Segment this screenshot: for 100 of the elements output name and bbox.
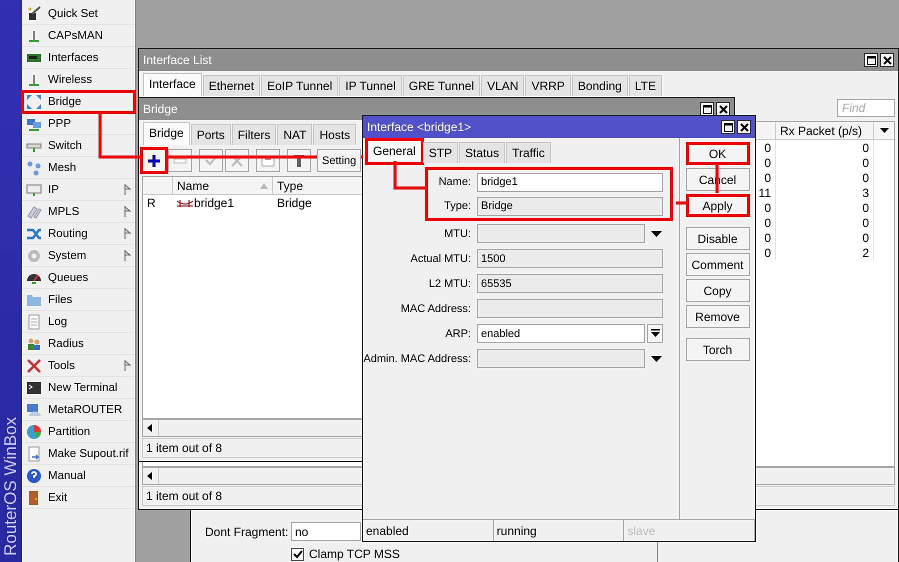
tab[interactable]: Ports	[190, 124, 231, 145]
menu-item[interactable]: Quick Set	[22, 3, 135, 25]
dialog-button[interactable]: Copy	[686, 279, 750, 302]
menu-item[interactable]: MPLS	[22, 201, 135, 223]
menu-item[interactable]: Log	[22, 311, 135, 333]
tab[interactable]: STP	[422, 142, 458, 163]
menu-item[interactable]: Queues	[22, 267, 135, 289]
maximize-button[interactable]	[700, 102, 714, 116]
maximize-icon	[702, 104, 712, 114]
tab[interactable]: EoIP Tunnel	[261, 75, 338, 96]
table-cell-text: R	[146, 195, 157, 211]
brand-text: RouterOS WinBox	[1, 417, 21, 556]
gear-icon	[26, 248, 42, 264]
select-field[interactable]: enabled	[477, 324, 645, 343]
combo-field[interactable]	[477, 349, 645, 368]
tab[interactable]: VLAN	[481, 75, 524, 96]
text-field[interactable]: bridge1	[477, 172, 663, 192]
table-cell: 0	[776, 155, 874, 170]
readonly-field: 65535	[477, 274, 663, 293]
status-field: enabled	[363, 520, 494, 541]
menu-item[interactable]: Switch	[22, 135, 135, 157]
sort-arrow-icon	[260, 182, 268, 188]
field-label: Name:	[438, 176, 472, 188]
menu-item[interactable]: Mesh	[22, 157, 135, 179]
field-label: Dont Fragment:	[205, 524, 285, 538]
menu-item[interactable]: System	[22, 245, 135, 267]
column-header[interactable]: Name	[173, 177, 273, 194]
window-title: Bridge	[143, 102, 179, 116]
menu-item[interactable]: Partition	[22, 421, 135, 443]
menu-item[interactable]: Routing	[22, 223, 135, 245]
settings-button[interactable]: Setting	[317, 149, 362, 172]
dialog-button[interactable]: Remove	[686, 305, 750, 328]
menu-item[interactable]: Wireless	[22, 69, 135, 91]
combo-field[interactable]	[477, 224, 645, 243]
tab[interactable]: Traffic	[506, 142, 551, 163]
tab[interactable]: Interface	[143, 73, 202, 96]
table-cell: 0	[776, 140, 874, 155]
menu-item[interactable]: CAPsMAN	[22, 25, 135, 47]
wand-icon	[26, 6, 42, 22]
tab[interactable]: Hosts	[313, 124, 356, 145]
dialog-button[interactable]: Apply	[686, 194, 750, 217]
field-label: Admin. MAC Address:	[363, 352, 472, 364]
close-icon	[718, 104, 728, 114]
table-cell: bridge1	[173, 195, 273, 211]
tab[interactable]: VRRP	[525, 75, 571, 96]
leader-line	[676, 202, 686, 204]
readonly-field: Bridge	[477, 196, 663, 216]
tools-icon	[26, 358, 42, 374]
dropdown-button[interactable]	[647, 324, 663, 343]
close-button[interactable]	[716, 102, 730, 116]
terminal-icon	[26, 380, 42, 396]
tab[interactable]: General	[367, 140, 422, 163]
menu-item[interactable]: Files	[22, 289, 135, 311]
menu-item[interactable]: Interfaces	[22, 47, 135, 69]
window-title: Interface List	[143, 53, 213, 67]
menu-item[interactable]: Tools	[22, 355, 135, 377]
field-label: ARP:	[444, 328, 472, 340]
filter-icon	[292, 154, 306, 168]
maximize-icon	[866, 56, 876, 64]
document-icon	[26, 314, 42, 330]
tab[interactable]: Filters	[232, 124, 276, 145]
menu-item[interactable]: Make Supout.rif	[22, 443, 135, 465]
close-button[interactable]	[880, 53, 894, 67]
table-cell-text: Bridge	[276, 195, 313, 211]
table-cell: 0	[776, 200, 874, 215]
field-label: MAC Address:	[400, 302, 472, 314]
menu-item[interactable]: IP	[22, 179, 135, 201]
dialog-button[interactable]: Torch	[686, 338, 750, 361]
dialog-button[interactable]: Comment	[686, 253, 750, 276]
checkbox[interactable]: Clamp TCP MSS	[291, 547, 400, 561]
menu-item[interactable]: Radius	[22, 333, 135, 355]
close-button[interactable]	[737, 120, 751, 134]
tab[interactable]: NAT	[277, 124, 312, 145]
maximize-button[interactable]	[721, 120, 735, 134]
tab[interactable]: IP Tunnel	[339, 75, 402, 96]
table-cell: 0	[776, 215, 874, 230]
table-cell: 2	[776, 245, 874, 260]
tab[interactable]: LTE	[628, 75, 662, 96]
dialog-button[interactable]: Disable	[686, 227, 750, 250]
field-label: Type:	[443, 200, 472, 212]
dropdown-arrow-icon[interactable]	[651, 356, 662, 362]
tab[interactable]: Status	[459, 142, 506, 163]
menu-item[interactable]: Manual	[22, 465, 135, 487]
dialog-button[interactable]: OK	[686, 142, 750, 165]
tab[interactable]: Bridge	[143, 122, 190, 145]
tab[interactable]: Ethernet	[202, 75, 260, 96]
menu-item[interactable]: PPP	[22, 113, 135, 135]
ip-box-icon	[26, 182, 42, 198]
menu-item[interactable]: Exit	[22, 487, 135, 509]
menu-item[interactable]: MetaROUTER	[22, 399, 135, 421]
maximize-button[interactable]	[864, 53, 878, 67]
menu-item[interactable]: New Terminal	[22, 377, 135, 399]
add-button[interactable]	[142, 149, 166, 172]
tab[interactable]: Bonding	[572, 75, 628, 96]
menu-item[interactable]: Bridge	[22, 91, 135, 113]
text-field[interactable]: no	[291, 522, 361, 541]
status-field: running	[494, 520, 624, 541]
search-field[interactable]: Find	[837, 99, 895, 117]
tab[interactable]: GRE Tunnel	[402, 75, 480, 96]
dropdown-arrow-icon[interactable]	[651, 230, 662, 236]
